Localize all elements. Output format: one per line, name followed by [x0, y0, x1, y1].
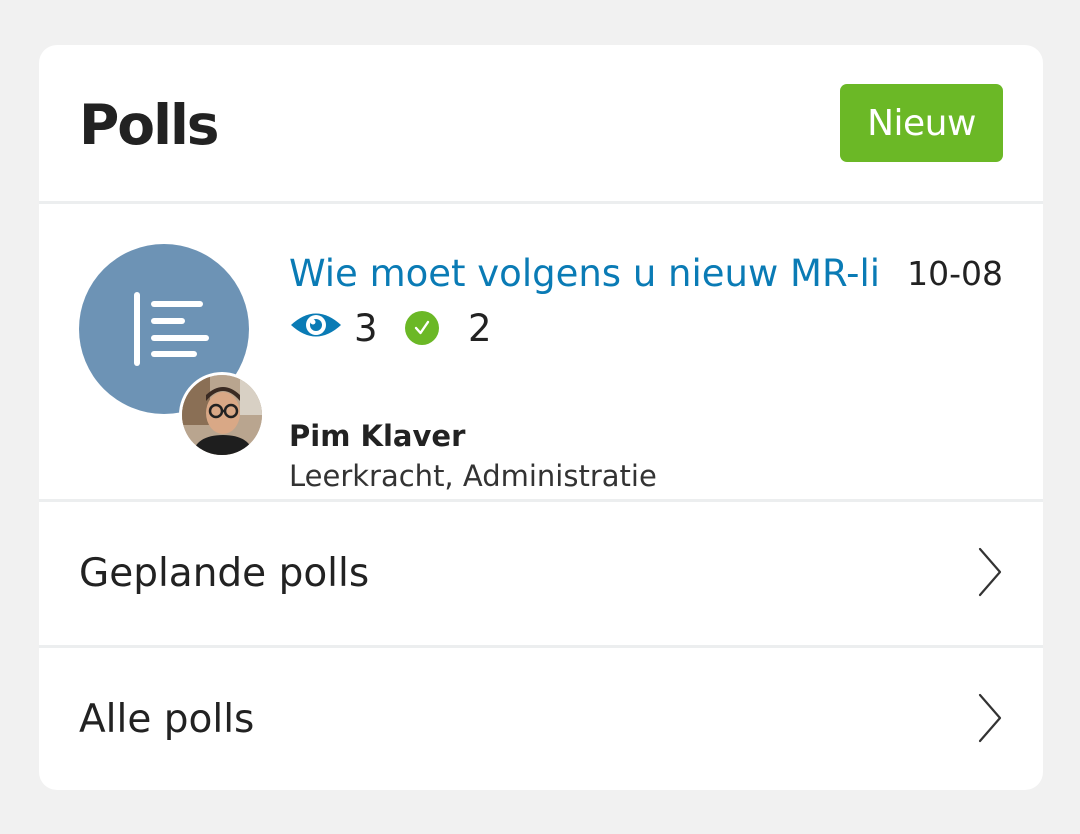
new-poll-button[interactable]: Nieuw [840, 84, 1003, 162]
poll-date: 10-08 [907, 254, 1003, 293]
avatar [179, 372, 265, 458]
chevron-right-icon [977, 692, 1003, 748]
poll-list-item[interactable]: Wie moet volgens u nieuw MR-li 10-08 3 2 [39, 204, 1043, 499]
all-polls-row[interactable]: Alle polls [39, 648, 1043, 790]
eye-icon [289, 308, 343, 346]
check-circle-icon [405, 311, 439, 349]
polls-card: Polls Nieuw Wie moet volgens u nieuw MR-… [39, 45, 1043, 790]
scheduled-polls-label: Geplande polls [79, 551, 370, 596]
answers-count: 2 [468, 307, 492, 350]
polls-header: Polls Nieuw [39, 45, 1043, 201]
all-polls-label: Alle polls [79, 697, 255, 742]
scheduled-polls-row[interactable]: Geplande polls [39, 502, 1043, 645]
author-role: Leerkracht, Administratie [289, 459, 657, 493]
poll-title[interactable]: Wie moet volgens u nieuw MR-li [289, 248, 889, 300]
author-name: Pim Klaver [289, 419, 466, 453]
page-title: Polls [79, 93, 220, 157]
views-count: 3 [354, 307, 378, 350]
chevron-right-icon [977, 546, 1003, 602]
